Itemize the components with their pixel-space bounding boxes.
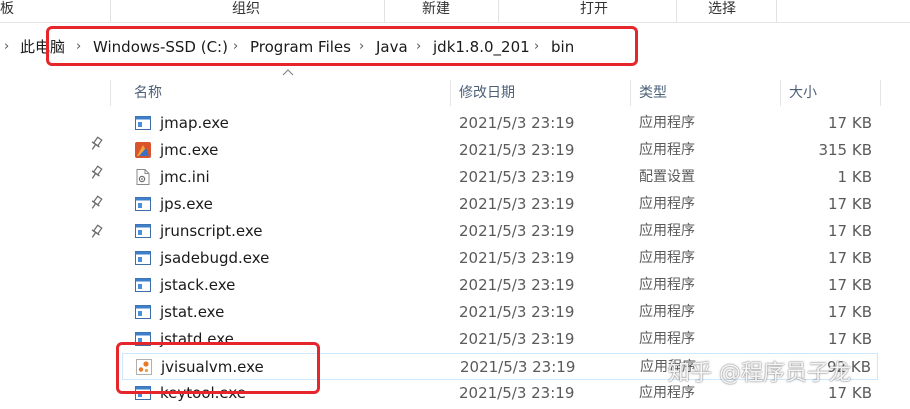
file-date: 2021/5/3 23:19 [459,330,575,348]
pin-icon[interactable] [88,136,104,152]
column-header-type[interactable]: 类型 [639,78,667,108]
ribbon-group-board[interactable]: 板 [0,0,14,22]
ribbon-bar: 板 组织 新建 打开 选择 [0,0,910,23]
file-name: jmc.exe [160,141,219,159]
column-header-date[interactable]: 修改日期 [459,78,515,108]
file-name: jstack.exe [160,276,236,294]
ribbon-group-select[interactable]: 选择 [708,0,736,22]
file-date: 2021/5/3 23:19 [459,222,575,240]
column-divider[interactable] [110,80,111,106]
file-size: 17 KB [828,249,872,267]
file-name: jmc.ini [160,168,210,186]
exe-app-icon [134,195,152,213]
file-row[interactable]: jsadebugd.exe 2021/5/3 23:19 应用程序 17 KB [122,245,878,272]
file-date: 2021/5/3 23:19 [459,303,575,321]
ribbon-divider [110,0,111,22]
file-type: 应用程序 [639,331,695,347]
file-row[interactable]: jmc.exe 2021/5/3 23:19 应用程序 315 KB [122,137,878,164]
exe-app-icon [134,222,152,240]
file-name: jsadebugd.exe [160,249,270,267]
column-divider[interactable] [630,80,631,106]
file-type: 应用程序 [639,223,695,239]
file-size: 1 KB [837,168,872,186]
breadcrumb-chevron-icon[interactable]: › [4,36,9,58]
column-divider[interactable] [450,80,451,106]
annotation-highlight-box [116,342,320,394]
exe-app-icon [134,303,152,321]
file-row[interactable]: jps.exe 2021/5/3 23:19 应用程序 17 KB [122,191,878,218]
ribbon-group-new[interactable]: 新建 [422,0,450,22]
file-date: 2021/5/3 23:19 [459,141,575,159]
file-date: 2021/5/3 23:19 [459,168,575,186]
annotation-highlight-box [46,26,638,66]
ribbon-group-open[interactable]: 打开 [580,0,608,22]
file-type: 应用程序 [639,142,695,158]
column-divider[interactable] [780,80,781,106]
file-size: 17 KB [828,195,872,213]
file-date: 2021/5/3 23:19 [459,114,575,132]
file-type: 配置设置 [639,169,695,185]
pin-icon[interactable] [88,165,104,181]
jmc-app-icon [134,141,152,159]
file-size: 315 KB [818,141,872,159]
file-date: 2021/5/3 23:19 [459,276,575,294]
ribbon-group-organize[interactable]: 组织 [232,0,260,22]
column-header-size[interactable]: 大小 [789,78,817,108]
ribbon-divider [676,0,677,22]
column-divider[interactable] [880,80,881,106]
file-size: 17 KB [828,222,872,240]
exe-app-icon [134,276,152,294]
file-size: 17 KB [828,276,872,294]
file-date: 2021/5/3 23:19 [459,249,575,267]
file-type: 应用程序 [639,277,695,293]
column-header-row: 名称 修改日期 类型 大小 [110,78,910,108]
file-type: 应用程序 [639,250,695,266]
file-type: 应用程序 [639,115,695,131]
file-type: 应用程序 [639,304,695,320]
file-size: 17 KB [828,330,872,348]
column-header-name[interactable]: 名称 [134,78,162,108]
file-row[interactable]: jmap.exe 2021/5/3 23:19 应用程序 17 KB [122,110,878,137]
file-row[interactable]: jstat.exe 2021/5/3 23:19 应用程序 17 KB [122,299,878,326]
watermark: 知乎 @程序员子龙 [668,361,851,386]
file-row[interactable]: jrunscript.exe 2021/5/3 23:19 应用程序 17 KB [122,218,878,245]
file-size: 17 KB [828,114,872,132]
exe-app-icon [134,114,152,132]
file-name: jrunscript.exe [160,222,263,240]
exe-app-icon [134,249,152,267]
pin-icon[interactable] [88,195,104,211]
ribbon-divider [498,0,499,22]
file-type: 应用程序 [639,196,695,212]
ribbon-divider [384,0,385,22]
ini-settings-icon [134,168,152,186]
file-row[interactable]: jmc.ini 2021/5/3 23:19 配置设置 1 KB [122,164,878,191]
pin-icon[interactable] [88,224,104,240]
file-name: jstat.exe [160,303,225,321]
file-size: 17 KB [828,303,872,321]
ribbon-divider [776,0,777,22]
file-date: 2021/5/3 23:19 [459,195,575,213]
file-date: 2021/5/3 23:19 [460,358,576,376]
file-name: jmap.exe [160,114,229,132]
file-row[interactable]: jstack.exe 2021/5/3 23:19 应用程序 17 KB [122,272,878,299]
file-date: 2021/5/3 23:19 [459,384,575,402]
file-name: jps.exe [160,195,213,213]
